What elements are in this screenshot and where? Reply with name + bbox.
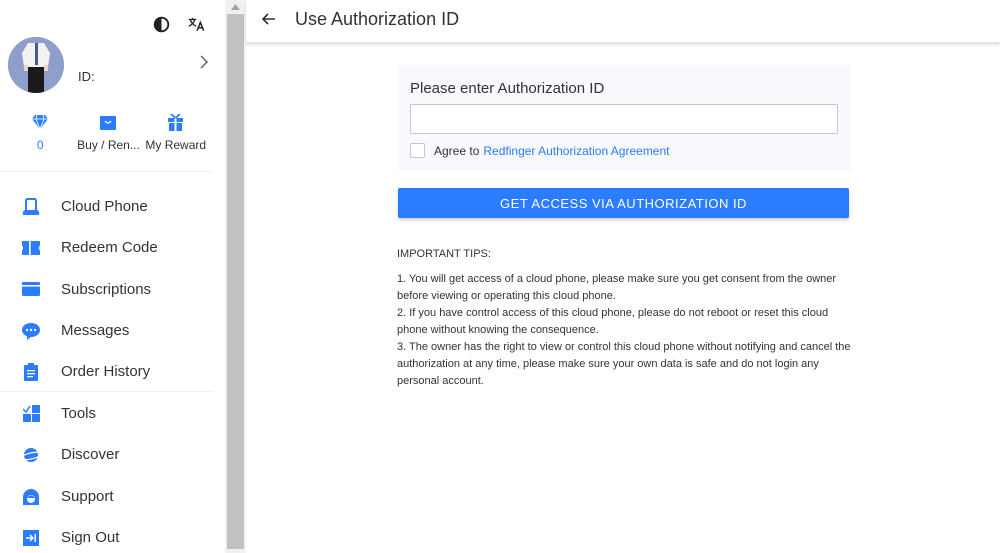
user-id-label: ID: bbox=[78, 69, 95, 84]
chevron-right-icon[interactable] bbox=[196, 53, 212, 71]
support-icon bbox=[23, 488, 39, 505]
tip-item: 3. The owner has the right to view or co… bbox=[397, 341, 851, 387]
diamond-count: 0 bbox=[36, 138, 44, 152]
sidebar-scrollbar[interactable] bbox=[225, 0, 246, 553]
shopping-bag-icon bbox=[100, 115, 117, 130]
sidebar-top-icons bbox=[151, 14, 207, 34]
authorization-id-label: Please enter Authorization ID bbox=[410, 80, 605, 97]
message-icon bbox=[22, 322, 40, 340]
translate-icon bbox=[188, 18, 205, 32]
tip-item: 1. You will get access of a cloud phone,… bbox=[397, 273, 837, 302]
sidebar-item-sign-out[interactable]: Sign Out bbox=[0, 517, 215, 553]
contrast-icon bbox=[153, 16, 169, 32]
diamond-balance[interactable]: 0 bbox=[0, 112, 80, 152]
authorization-id-input[interactable] bbox=[410, 104, 838, 134]
sidebar-item-cloud-phone[interactable]: Cloud Phone bbox=[0, 186, 215, 227]
triangle-up-icon bbox=[231, 4, 240, 10]
tools-icon bbox=[22, 405, 40, 423]
sidebar: ID: 0 Buy / Ren... My Reward Cloud Phone… bbox=[0, 0, 225, 553]
scroll-up-arrow[interactable] bbox=[225, 0, 246, 14]
theme-toggle-button[interactable] bbox=[151, 14, 171, 34]
tips-title: IMPORTANT TIPS: bbox=[397, 248, 491, 260]
sidebar-item-label: Subscriptions bbox=[61, 280, 152, 298]
app: ID: 0 Buy / Ren... My Reward Cloud Phone… bbox=[0, 0, 1000, 553]
my-reward-button[interactable]: My Reward bbox=[136, 112, 215, 152]
my-reward-label: My Reward bbox=[145, 138, 207, 152]
language-button[interactable] bbox=[187, 14, 207, 34]
sidebar-nav-secondary: Tools Discover Support Sign Out bbox=[0, 393, 215, 553]
important-tips: IMPORTANT TIPS: 1. You will get access o… bbox=[397, 246, 857, 390]
get-access-button[interactable]: GET ACCESS VIA AUTHORIZATION ID bbox=[398, 188, 849, 218]
gift-icon bbox=[168, 113, 184, 131]
agree-text: Agree to bbox=[434, 143, 480, 158]
sidebar-nav-primary: Cloud Phone Redeem Code Subscriptions Me… bbox=[0, 186, 215, 392]
sidebar-item-subscriptions[interactable]: Subscriptions bbox=[0, 269, 215, 310]
sidebar-item-label: Sign Out bbox=[61, 529, 120, 547]
main-content: Use Authorization ID Please enter Author… bbox=[246, 0, 1000, 553]
page-header: Use Authorization ID bbox=[246, 0, 1000, 43]
sidebar-item-label: Cloud Phone bbox=[61, 198, 148, 216]
agreement-row: Agree to Redfinger Authorization Agreeme… bbox=[410, 143, 670, 158]
sidebar-item-order-history[interactable]: Order History bbox=[0, 351, 215, 392]
buy-renew-button[interactable]: Buy / Ren... bbox=[77, 112, 140, 152]
sidebar-divider bbox=[0, 391, 213, 392]
quick-actions: 0 Buy / Ren... My Reward bbox=[0, 112, 215, 152]
back-arrow-icon[interactable] bbox=[260, 10, 278, 28]
sidebar-item-label: Messages bbox=[61, 322, 130, 340]
authorization-form-card: Please enter Authorization ID Agree to R… bbox=[398, 65, 851, 170]
cloud-phone-icon bbox=[22, 197, 40, 215]
clipboard-icon bbox=[24, 362, 38, 381]
avatar[interactable] bbox=[8, 37, 64, 93]
sidebar-divider bbox=[0, 171, 213, 172]
agreement-checkbox[interactable] bbox=[410, 143, 425, 158]
card-icon bbox=[22, 282, 40, 297]
agreement-link[interactable]: Redfinger Authorization Agreement bbox=[483, 144, 669, 158]
planet-icon bbox=[21, 447, 41, 462]
sidebar-item-label: Discover bbox=[61, 446, 120, 464]
ticket-icon bbox=[22, 240, 40, 255]
scroll-thumb[interactable] bbox=[227, 14, 244, 549]
sidebar-item-label: Order History bbox=[61, 363, 151, 381]
sidebar-item-discover[interactable]: Discover bbox=[0, 434, 215, 475]
sidebar-item-label: Tools bbox=[61, 405, 97, 423]
diamond-icon bbox=[32, 115, 49, 129]
sidebar-item-label: Redeem Code bbox=[61, 239, 158, 257]
sidebar-item-messages[interactable]: Messages bbox=[0, 310, 215, 351]
buy-renew-label: Buy / Ren... bbox=[77, 138, 140, 152]
page-title: Use Authorization ID bbox=[295, 9, 460, 29]
sign-out-icon bbox=[23, 529, 39, 546]
tip-item: 2. If you have control access of this cl… bbox=[397, 307, 829, 336]
avatar-image bbox=[8, 37, 64, 93]
sidebar-item-redeem-code[interactable]: Redeem Code bbox=[0, 227, 215, 268]
sidebar-item-support[interactable]: Support bbox=[0, 476, 215, 517]
sidebar-item-label: Support bbox=[61, 487, 114, 505]
sidebar-item-tools[interactable]: Tools bbox=[0, 393, 215, 434]
